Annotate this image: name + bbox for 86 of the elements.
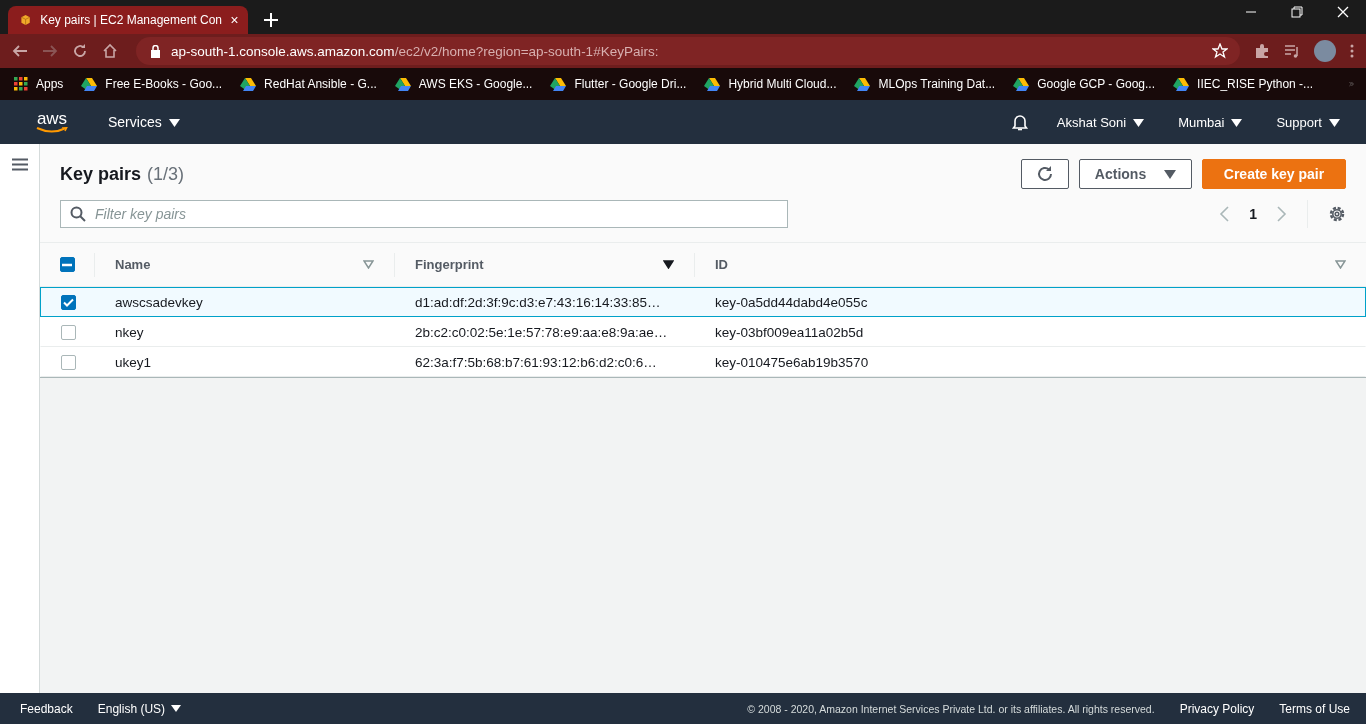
sort-descending-icon[interactable]	[663, 260, 674, 269]
bookmark[interactable]: IIEC_RISE Python -...	[1173, 77, 1314, 91]
bookmark[interactable]: Flutter - Google Dri...	[550, 77, 687, 91]
copyright-text: © 2008 - 2020, Amazon Internet Services Private Ltd. or its affiliates. All rights reserved.	[747, 702, 1155, 715]
drive-icon	[394, 77, 411, 91]
language-menu[interactable]: English (US)	[97, 701, 182, 716]
restore-icon[interactable]	[1291, 5, 1303, 18]
services-menu[interactable]: Services	[102, 113, 186, 131]
bookmark[interactable]: MLOps Training Dat...	[854, 77, 996, 91]
bookmark[interactable]: Free E-Books - Goo...	[81, 77, 223, 91]
sort-icon[interactable]	[1335, 260, 1346, 269]
terms-of-use-link[interactable]: Terms of Use	[1279, 701, 1350, 716]
bell-icon[interactable]	[1010, 113, 1029, 131]
playlist-icon[interactable]	[1284, 43, 1300, 59]
home-icon[interactable]	[102, 43, 118, 59]
caret-icon	[1231, 118, 1243, 127]
panel-title: Key pairs	[60, 163, 142, 185]
region-menu[interactable]: Mumbai	[1172, 113, 1249, 131]
drive-icon	[1013, 77, 1030, 91]
column-header[interactable]: ID	[715, 257, 728, 272]
refresh-icon	[1036, 165, 1054, 183]
minus-icon	[62, 262, 72, 267]
filter-field[interactable]: Filter key pairs	[60, 200, 788, 228]
table-cell: key-0a5dd44dabd4e055c	[715, 294, 868, 310]
caret-icon	[1133, 118, 1145, 127]
drive-icon	[854, 77, 871, 91]
apps-grid-icon	[14, 77, 28, 91]
row-checkbox[interactable]	[60, 354, 76, 370]
drive-icon	[550, 77, 567, 91]
table-row[interactable]: ukey1 62:3a:f7:5b:68:b7:61:93:12:b6:d2:c0:6… key-010475e6ab19b3570	[40, 347, 1366, 377]
row-checkbox[interactable]	[60, 324, 76, 340]
table-cell: ukey1	[115, 354, 152, 370]
bookmark[interactable]: RedHat Ansible - G...	[240, 77, 377, 91]
table-cell: nkey	[115, 324, 144, 340]
table-row[interactable]: awscsadevkey d1:ad:df:2d:3f:9c:d3:e7:43:16:14:33:85… key-0a5dd44dabd4e055c	[40, 287, 1366, 317]
avatar[interactable]	[1314, 40, 1336, 62]
column-header[interactable]: Name	[115, 257, 151, 272]
actions-dropdown[interactable]: Actions	[1079, 159, 1192, 189]
sort-icon[interactable]	[363, 260, 374, 269]
drive-icon	[1173, 77, 1190, 91]
bookmark[interactable]: Apps	[14, 77, 64, 91]
bookmark[interactable]: Hybrid Multi Cloud...	[704, 77, 837, 91]
page-number[interactable]: 1	[1249, 206, 1257, 222]
aws-logo[interactable]: aws	[36, 110, 68, 134]
drive-icon	[81, 77, 98, 91]
select-all-checkbox[interactable]	[59, 257, 75, 272]
caret-icon	[1164, 169, 1177, 179]
box-icon	[20, 12, 32, 28]
new-tab-icon[interactable]	[264, 13, 278, 27]
reload-icon[interactable]	[72, 43, 88, 59]
table-cell: 62:3a:f7:5b:68:b7:61:93:12:b6:d2:c0:6…	[415, 354, 657, 370]
settings-icon[interactable]	[1328, 205, 1346, 223]
drive-icon	[240, 77, 257, 91]
privacy-policy-link[interactable]: Privacy Policy	[1179, 701, 1255, 716]
bookmark[interactable]: AWS EKS - Google...	[394, 77, 533, 91]
back-icon[interactable]	[12, 43, 28, 59]
tab-title: Key pairs | EC2 Management Con	[40, 13, 223, 27]
refresh-button[interactable]	[1021, 159, 1069, 189]
caret-icon	[168, 118, 180, 127]
bookmark[interactable]: Google GCP - Goog...	[1013, 77, 1156, 91]
caret-icon	[1329, 118, 1340, 127]
close-icon[interactable]	[1337, 5, 1349, 18]
browser-tab[interactable]: Key pairs | EC2 Management Con	[8, 6, 248, 34]
drive-icon	[704, 77, 721, 91]
menu-icon[interactable]	[12, 158, 28, 171]
table-cell: key-010475e6ab19b3570	[715, 354, 869, 370]
table-cell: d1:ad:df:2d:3f:9c:d3:e7:43:16:14:33:85…	[415, 294, 661, 310]
url-text: ap-south-1.console.aws.amazon.com/ec2/v2/home?region=ap-south-1#KeyPairs:	[171, 43, 659, 59]
feedback-link[interactable]: Feedback	[20, 701, 73, 716]
close-icon[interactable]	[231, 15, 238, 25]
star-icon[interactable]	[1212, 43, 1228, 59]
support-menu[interactable]: Support	[1270, 113, 1346, 131]
caret-icon	[171, 705, 182, 712]
table-cell: awscsadevkey	[115, 294, 203, 310]
table-row[interactable]: nkey 2b:c2:c0:02:5e:1e:57:78:e9:aa:e8:9a:ae… key-03bf009ea11a02b5d	[40, 317, 1366, 347]
row-checkbox[interactable]	[60, 294, 76, 310]
lock-icon	[150, 44, 161, 58]
address-bar[interactable]: ap-south-1.console.aws.amazon.com/ec2/v2/home?region=ap-south-1#KeyPairs:	[136, 37, 1240, 65]
check-icon	[62, 297, 74, 307]
menu-icon[interactable]	[1350, 43, 1354, 59]
table-cell: 2b:c2:c0:02:5e:1e:57:78:e9:aa:e8:9a:ae…	[415, 324, 668, 340]
puzzle-icon[interactable]	[1254, 43, 1270, 59]
selection-count: (1/3)	[147, 163, 185, 185]
table-cell: key-03bf009ea11a02b5d	[715, 324, 864, 340]
user-menu[interactable]: Akshat Soni	[1050, 113, 1151, 131]
column-header[interactable]: Fingerprint	[415, 257, 484, 272]
